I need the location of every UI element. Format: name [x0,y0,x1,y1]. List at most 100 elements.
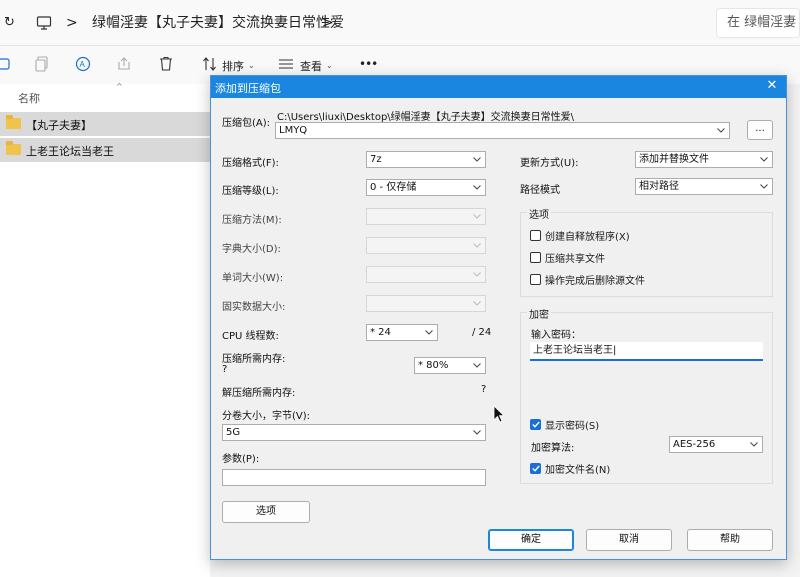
split-size-value: 5G [226,427,241,438]
file-name: 上老王论坛当老王 [26,145,114,158]
more-options-button[interactable]: ••• [359,57,378,71]
sfx-checkbox[interactable]: 创建自释放程序(X) [530,228,630,243]
path-mode-select[interactable]: 相对路径 [635,178,773,195]
checkbox-box[interactable] [530,252,541,263]
ok-button[interactable]: 确定 [488,529,574,551]
password-input[interactable]: 上老王论坛当老王| [530,342,763,361]
algorithm-value: AES-256 [673,439,716,450]
encryption-group-title: 加密 [527,306,551,321]
dialog-title: 添加到压缩包 [215,82,281,95]
path-mode-value: 相对路径 [639,181,679,192]
cancel-button[interactable]: 取消 [586,529,672,551]
close-icon[interactable]: ✕ [764,78,780,94]
chevron-down-icon [472,152,482,167]
parameters-input[interactable] [222,469,486,486]
chevron-down-icon[interactable] [716,123,726,138]
sort-button[interactable]: 排序 [222,58,244,74]
refresh-icon[interactable]: ↻ [4,0,15,46]
share-icon[interactable] [0,54,14,74]
delete-after-checkbox[interactable]: 操作完成后删除源文件 [530,272,645,287]
cpu-threads-select[interactable]: * 24 [366,324,438,341]
archive-name-value: LMYQ [279,125,308,136]
algorithm-label: 加密算法: [531,443,575,454]
dialog-titlebar[interactable]: 添加到压缩包 ✕ [211,76,786,98]
file-name: 【丸子夫妻】 [26,119,92,132]
checkbox-box[interactable] [530,230,541,241]
delete-icon[interactable] [156,54,176,74]
cpu-threads-label: CPU 线程数: [222,331,279,342]
chevron-down-icon [472,209,482,224]
chevron-down-icon [759,179,769,194]
computer-icon[interactable] [36,0,52,46]
sort-icon[interactable] [200,54,220,74]
rename-icon[interactable]: A [73,54,93,74]
options-button[interactable]: 选项 [222,501,310,523]
decompress-memory-label: 解压缩所需内存: [222,388,296,399]
dictionary-label: 字典大小(D): [222,244,281,255]
chevron-down-icon [759,152,769,167]
chevron-down-icon [472,238,482,253]
format-select[interactable]: 7z [366,151,486,168]
format-value: 7z [370,154,382,165]
memory-label: 压缩所需内存: [222,354,286,365]
folder-icon [6,115,21,129]
show-password-label: 显示密码(S) [545,421,600,432]
memory-unknown: ? [222,364,228,375]
add-to-archive-dialog: 添加到压缩包 ✕ 压缩包(A): C:\Users\liuxi\Desktop\… [210,75,787,560]
chevron-down-icon [472,425,482,440]
format-label: 压缩格式(F): [222,158,279,169]
word-size-label: 单词大小(W): [222,273,284,284]
sfx-checkbox-label: 创建自释放程序(X) [545,232,630,243]
password-value: 上老王论坛当老王 [533,345,613,356]
archive-label: 压缩包(A): [222,118,271,129]
view-icon[interactable] [276,54,296,74]
view-button[interactable]: 查看 [300,58,322,74]
cpu-threads-max: / 24 [472,327,492,338]
sort-up-icon: ^ [116,82,123,91]
help-button[interactable]: 帮助 [687,529,773,551]
method-select [366,208,486,225]
archive-path: C:\Users\liuxi\Desktop\绿帽淫妻【丸子夫妻】交流换妻日常性… [277,112,575,123]
folder-icon [6,141,21,155]
column-header-name[interactable]: 名称 [18,90,40,106]
split-size-label: 分卷大小，字节(V): [222,411,311,422]
update-mode-select[interactable]: 添加并替换文件 [635,151,773,168]
browse-button[interactable]: ... [747,120,773,140]
svg-text:A: A [80,60,86,69]
memory-value: * 80% [418,360,449,371]
checkbox-checked[interactable] [530,463,541,474]
text-cursor: | [613,345,617,356]
archive-name-combo[interactable]: LMYQ [275,122,730,139]
checkbox-box[interactable] [530,274,541,285]
path-mode-label: 路径模式 [520,185,560,196]
dictionary-select [366,237,486,254]
split-size-combo[interactable]: 5G [222,424,486,441]
chevron-down-icon: ⌄ [326,61,333,70]
delete-after-label: 操作完成后删除源文件 [545,276,645,287]
memory-select[interactable]: * 80% [414,357,486,374]
breadcrumb-separator[interactable]: > [322,0,334,46]
file-row[interactable]: 【丸子夫妻】 [0,112,210,136]
options-group-title: 选项 [527,206,551,221]
parameters-label: 参数(P): [222,454,260,465]
file-row[interactable]: 上老王论坛当老王 [0,138,210,162]
chevron-down-icon: ⌄ [248,61,255,70]
level-select[interactable]: 0 - 仅存储 [366,179,486,196]
copy-icon[interactable] [32,54,52,74]
breadcrumb-folder[interactable]: 绿帽淫妻【丸子夫妻】交流换妻日常性爱 [92,0,344,46]
show-password-checkbox[interactable]: 显示密码(S) [530,417,599,432]
mouse-pointer-icon [493,405,505,426]
search-input[interactable]: 在 绿帽淫妻 [716,8,800,38]
password-label: 输入密码： [531,330,581,341]
compress-shared-checkbox[interactable]: 压缩共享文件 [530,250,605,265]
level-label: 压缩等级(L): [222,186,279,197]
update-mode-label: 更新方式(U): [520,158,579,169]
share-out-icon[interactable] [114,54,134,74]
checkbox-checked[interactable] [530,419,541,430]
algorithm-select[interactable]: AES-256 [669,436,763,453]
chevron-down-icon [472,267,482,282]
chevron-down-icon [424,325,434,340]
method-label: 压缩方法(M): [222,215,282,226]
encrypt-names-checkbox[interactable]: 加密文件名(N) [530,461,610,476]
solid-size-select [366,295,486,312]
